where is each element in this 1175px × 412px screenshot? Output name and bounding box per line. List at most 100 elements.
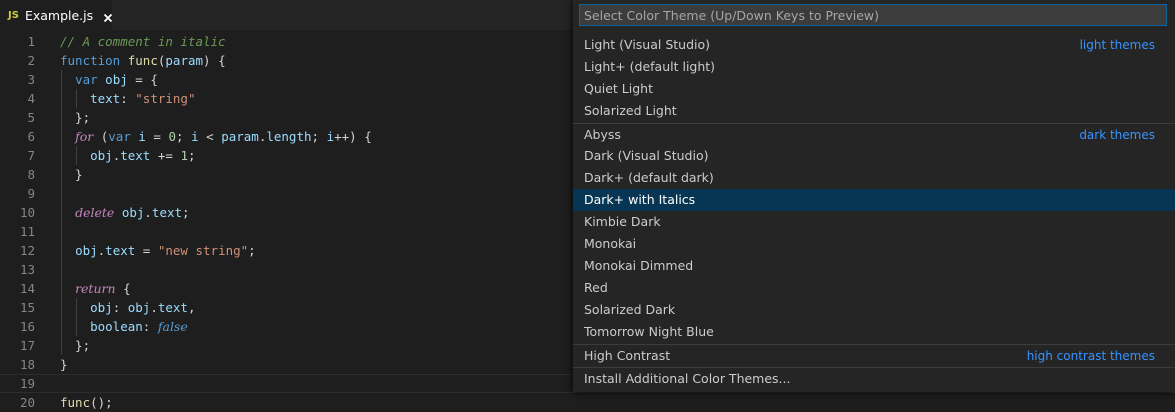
code-token: . <box>144 205 152 220</box>
line-number: 7 <box>27 148 35 163</box>
line-number: 8 <box>27 167 35 182</box>
code-token: : <box>120 91 136 106</box>
code-token: 0 <box>168 129 177 144</box>
theme-group-label: high contrast themes <box>1026 349 1155 363</box>
code-token: i <box>326 129 335 144</box>
code-text: return { <box>60 279 131 298</box>
theme-label: Solarized Light <box>584 103 677 118</box>
theme-list-item[interactable]: Light+ (default light) <box>573 56 1175 78</box>
indent-guide <box>76 89 77 108</box>
theme-label: Quiet Light <box>584 81 653 96</box>
code-token: var <box>108 129 131 144</box>
code-token: ; <box>248 243 256 258</box>
line-number: 16 <box>19 319 35 334</box>
code-token: += <box>150 148 181 163</box>
code-token: text <box>105 243 136 258</box>
code-text: function func(param) { <box>60 51 226 70</box>
theme-label: Kimbie Dark <box>584 214 661 229</box>
code-token: { <box>115 281 131 296</box>
line-number: 18 <box>19 357 35 372</box>
line-number: 6 <box>27 129 35 144</box>
theme-list-item[interactable]: Monokai <box>573 233 1175 255</box>
code-token: text <box>157 300 188 315</box>
theme-list-item[interactable]: Kimbie Dark <box>573 211 1175 233</box>
theme-list-item[interactable]: Red <box>573 277 1175 299</box>
indent-guide <box>61 70 62 355</box>
line-number: 3 <box>27 72 35 87</box>
theme-list-item[interactable]: Install Additional Color Themes... <box>573 367 1175 389</box>
theme-list-item[interactable]: Solarized Dark <box>573 299 1175 321</box>
theme-label: High Contrast <box>584 348 671 363</box>
theme-label: Abyss <box>584 127 621 142</box>
code-text: text: "string" <box>60 89 196 108</box>
theme-list-item[interactable]: Quiet Light <box>573 78 1175 100</box>
indent-guide <box>76 146 77 165</box>
code-token: param <box>221 129 259 144</box>
code-token: ( <box>93 129 109 144</box>
code-token: text <box>151 205 183 220</box>
code-token: "new string" <box>157 243 249 258</box>
code-token: // A comment in italic <box>60 34 226 49</box>
theme-list-item[interactable]: Abyss dark themes <box>573 123 1175 145</box>
theme-list-item[interactable]: Tomorrow Night Blue <box>573 321 1175 343</box>
theme-list-item[interactable]: Light (Visual Studio) light themes <box>573 34 1175 56</box>
code-token: . <box>150 300 158 315</box>
code-token: (); <box>90 395 113 410</box>
code-token: i <box>191 129 199 144</box>
code-token: length <box>266 129 312 144</box>
code-text: obj: obj.text, <box>60 298 195 317</box>
theme-label: Light (Visual Studio) <box>584 37 711 52</box>
theme-search-input[interactable] <box>579 4 1167 26</box>
line-number: 2 <box>27 53 35 68</box>
theme-list-item[interactable]: High Contrast high contrast themes <box>573 344 1175 366</box>
code-token: ; <box>311 129 327 144</box>
line-number: 17 <box>19 338 35 353</box>
code-text: obj.text += 1; <box>60 146 196 165</box>
code-text: obj.text = "new string"; <box>60 241 256 260</box>
theme-list-item[interactable]: Dark+ (default dark) <box>573 167 1175 189</box>
code-token: function <box>60 53 121 68</box>
theme-list-item[interactable]: Dark+ with Italics <box>573 189 1175 211</box>
code-text: }; <box>60 336 90 355</box>
line-number: 5 <box>27 110 35 125</box>
theme-list-item[interactable]: Dark (Visual Studio) <box>573 145 1175 167</box>
code-token: obj <box>75 243 98 258</box>
code-token: ; <box>182 205 190 220</box>
line-number: 1 <box>27 34 35 49</box>
indent-guide <box>76 298 77 336</box>
code-token: text <box>120 148 151 163</box>
theme-list-item[interactable]: Solarized Light <box>573 100 1175 122</box>
code-text: delete obj.text; <box>60 203 190 222</box>
code-token: boolean <box>90 319 143 334</box>
code-token: false <box>157 319 188 334</box>
code-token: "string" <box>135 91 196 106</box>
code-text: } <box>60 355 68 374</box>
theme-label: Tomorrow Night Blue <box>584 324 714 339</box>
line-number: 10 <box>19 205 35 220</box>
code-token: < <box>198 129 222 144</box>
code-token: obj <box>127 300 151 315</box>
code-token: } <box>60 357 68 372</box>
code-token: } <box>60 167 83 182</box>
code-line[interactable]: 20 func(); <box>0 393 1175 412</box>
line-number: 13 <box>19 262 35 277</box>
tab-filename: Example.js <box>24 7 94 23</box>
code-token: return <box>75 281 116 296</box>
close-icon[interactable] <box>102 9 114 23</box>
code-token: obj <box>121 205 145 220</box>
code-token: func <box>60 395 91 410</box>
code-token: var <box>75 72 98 87</box>
code-token: 1 <box>180 148 188 163</box>
theme-group-label: dark themes <box>1079 128 1155 142</box>
code-text: // A comment in italic <box>60 32 226 51</box>
color-theme-quick-pick: Light (Visual Studio) light themes Light+ … <box>573 0 1175 392</box>
theme-list-item[interactable]: Monokai Dimmed <box>573 255 1175 277</box>
line-number: 9 <box>27 186 35 201</box>
theme-label: Monokai <box>584 236 637 251</box>
code-token: param <box>165 53 204 68</box>
tab-example-js[interactable]: JS Example.js <box>0 0 114 30</box>
code-token: ; <box>187 148 196 163</box>
